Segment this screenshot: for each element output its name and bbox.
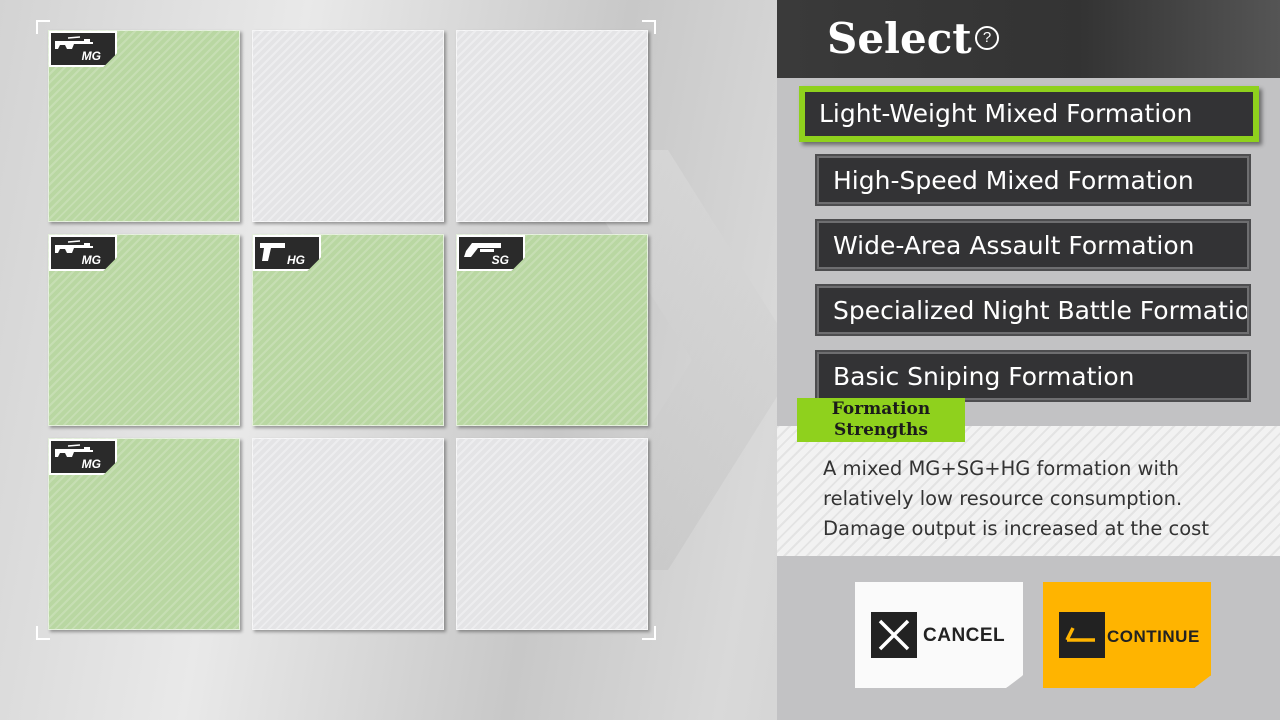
grid-cell-3-3[interactable]: [456, 438, 648, 630]
sg-badge: SG: [457, 235, 525, 271]
grid-cell-1-3[interactable]: [456, 30, 648, 222]
mg-badge: MG: [49, 439, 117, 475]
formation-description: A mixed MG+SG+HG formation with relative…: [823, 457, 1209, 540]
panel-header: Select ?: [777, 0, 1280, 78]
option-label: Wide-Area Assault Formation: [833, 231, 1195, 260]
formation-option-high-speed-mixed[interactable]: High-Speed Mixed Formation: [817, 156, 1249, 204]
formation-select-panel: Select ? Light-Weight Mixed Formation Hi…: [777, 0, 1280, 720]
continue-button[interactable]: CONTINUE: [1043, 582, 1211, 688]
grid-cell-2-3[interactable]: SG: [456, 234, 648, 426]
option-label: Basic Sniping Formation: [833, 362, 1135, 391]
mg-badge: MG: [49, 31, 117, 67]
weapon-type-label: SG: [491, 253, 509, 267]
formation-option-light-weight-mixed[interactable]: Light-Weight Mixed Formation: [799, 86, 1259, 142]
formation-description-box: A mixed MG+SG+HG formation with relative…: [777, 426, 1280, 556]
formation-option-wide-area-assault[interactable]: Wide-Area Assault Formation: [817, 221, 1249, 269]
option-label: High-Speed Mixed Formation: [833, 166, 1194, 195]
arrow-right-icon: [1059, 612, 1105, 658]
handgun-icon: [260, 243, 285, 261]
weapon-type-label: MG: [81, 457, 101, 471]
mg-badge: MG: [49, 235, 117, 271]
grid-cell-3-1[interactable]: MG: [48, 438, 240, 630]
option-label: Light-Weight Mixed Formation: [819, 99, 1193, 128]
formation-strengths-tag: Formation Strengths: [797, 398, 965, 442]
grid-cell-3-2[interactable]: [252, 438, 444, 630]
question-circle-icon[interactable]: ?: [975, 26, 999, 50]
formation-option-specialized-night-battle[interactable]: Specialized Night Battle Formation: [817, 286, 1249, 334]
weapon-type-label: MG: [81, 253, 101, 267]
option-label: Specialized Night Battle Formation: [833, 296, 1249, 325]
hg-badge: HG: [253, 235, 321, 271]
grid-cell-2-1[interactable]: MG: [48, 234, 240, 426]
grid-cell-2-2[interactable]: HG: [252, 234, 444, 426]
cancel-label: CANCEL: [923, 625, 1006, 646]
weapon-type-label: MG: [81, 49, 101, 63]
grid-cell-1-2[interactable]: [252, 30, 444, 222]
cancel-button[interactable]: CANCEL: [855, 582, 1023, 688]
close-icon: [871, 612, 917, 658]
continue-label: CONTINUE: [1107, 627, 1200, 646]
grid-cell-1-1[interactable]: MG: [48, 30, 240, 222]
formation-option-basic-sniping[interactable]: Basic Sniping Formation: [817, 352, 1249, 400]
weapon-type-label: HG: [287, 253, 305, 267]
panel-title: Select: [827, 14, 972, 63]
